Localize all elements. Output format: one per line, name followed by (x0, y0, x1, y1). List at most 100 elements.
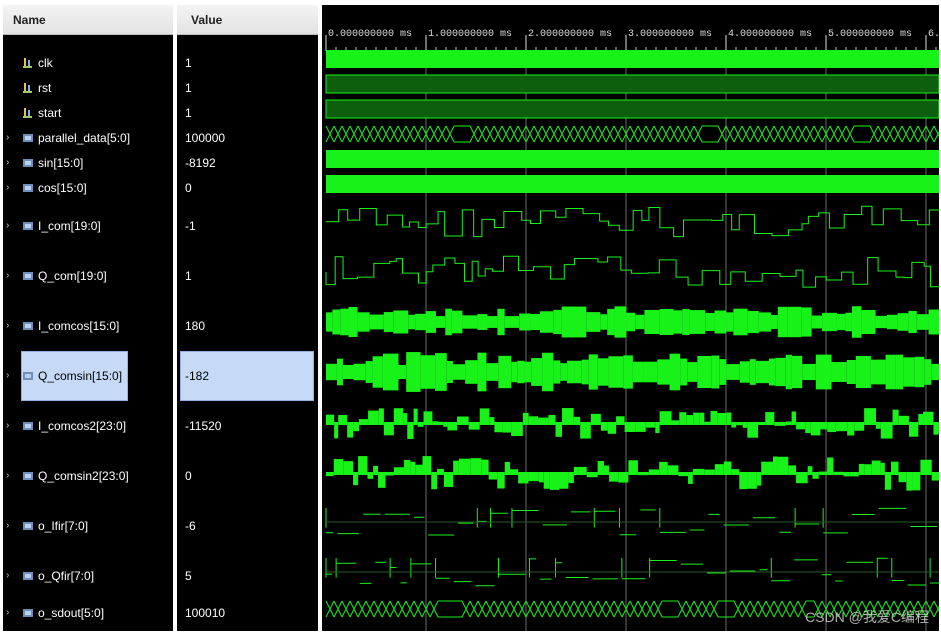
signal-name: rst (38, 81, 52, 95)
expand-chevron-icon[interactable]: › (6, 271, 16, 281)
signal-value: 1 (185, 81, 192, 95)
expand-chevron-icon[interactable]: › (6, 608, 16, 618)
signal-value-row[interactable]: 100010 (177, 602, 318, 624)
bus-signal-icon (22, 157, 34, 169)
signal-value-row[interactable]: 1 (177, 52, 318, 74)
signal-row-sin[interactable]: › sin[15:0] (3, 152, 173, 174)
signal-value: 180 (185, 319, 206, 333)
expand-chevron-icon[interactable]: › (6, 371, 16, 381)
i-comcos2-wave (326, 408, 939, 439)
signal-row-clk[interactable]: clk (3, 52, 173, 74)
signal-value-row[interactable]: -8192 (177, 152, 318, 174)
signal-value-row[interactable]: 1 (177, 77, 318, 99)
signal-row-i_comcos2[interactable]: › I_comcos2[23:0] (3, 406, 173, 446)
bus-signal-icon (22, 520, 34, 532)
timeline-tick-label: 5.000000000 ms (828, 29, 913, 40)
signal-value-row[interactable]: 1 (177, 102, 318, 124)
signal-row-q_comsin[interactable]: › Q_comsin[15:0] (3, 351, 173, 401)
i-comcos-wave (326, 306, 939, 338)
waveform-canvas[interactable] (322, 5, 939, 631)
bit-signal-icon (22, 107, 34, 119)
expand-chevron-icon[interactable]: › (6, 183, 16, 193)
signal-value: 0 (185, 469, 192, 483)
signal-value: 100010 (185, 606, 226, 620)
bus-signal-icon (22, 132, 34, 144)
signal-row-parallel_data[interactable]: › parallel_data[5:0] (3, 127, 173, 149)
signal-value-row[interactable]: -1 (177, 206, 318, 246)
signal-row-start[interactable]: start (3, 102, 173, 124)
clk-wave (326, 50, 939, 68)
bit-signal-icon (22, 57, 34, 69)
expand-chevron-icon[interactable]: › (6, 421, 16, 431)
signal-name: start (38, 106, 62, 120)
q-com-wave (325, 255, 939, 288)
expand-chevron-icon[interactable]: › (6, 321, 16, 331)
signal-value: -11520 (185, 419, 222, 433)
waveform-panel[interactable]: 0.000000000 ms 1.000000000 ms 2.000000000 … (322, 5, 939, 631)
signal-name: Q_com[19:0] (38, 269, 107, 283)
signal-value: 100000 (185, 131, 226, 145)
signal-value-row[interactable]: -11520 (177, 406, 318, 446)
signal-row-q_comsin2[interactable]: › Q_comsin2[23:0] (3, 456, 173, 496)
signal-name: sin[15:0] (38, 156, 84, 170)
signal-value-row[interactable]: -6 (177, 506, 318, 546)
signal-name: o_sdout[5:0] (38, 606, 105, 620)
sin-wave (326, 150, 939, 168)
expand-chevron-icon[interactable]: › (6, 571, 16, 581)
signal-row-o_sdout[interactable]: › o_sdout[5:0] (3, 602, 173, 624)
signal-name: I_comcos[15:0] (38, 319, 120, 333)
bus-signal-icon (22, 320, 34, 332)
value-column-header[interactable]: Value (177, 5, 318, 35)
signal-value: 1 (185, 106, 192, 120)
timeline-tick-label: 2.000000000 ms (528, 29, 613, 40)
signal-value: 1 (185, 269, 192, 283)
signal-value: -6 (185, 519, 196, 533)
bus-signal-icon (22, 607, 34, 619)
signal-value: 5 (185, 569, 192, 583)
timeline-tick-label: 3.000000000 ms (628, 29, 713, 40)
signal-value: -8192 (185, 156, 216, 170)
cos-wave (326, 175, 939, 193)
expand-chevron-icon[interactable]: › (6, 521, 16, 531)
signal-name: I_comcos2[23:0] (38, 419, 127, 433)
expand-chevron-icon (6, 58, 16, 68)
expand-chevron-icon[interactable]: › (6, 158, 16, 168)
parallel-data-wave (325, 125, 939, 143)
expand-chevron-icon (6, 108, 16, 118)
signal-row-rst[interactable]: rst (3, 77, 173, 99)
expand-chevron-icon[interactable]: › (6, 133, 16, 143)
signal-value: -182 (185, 369, 210, 383)
signal-value-row[interactable]: -182 (177, 351, 318, 401)
signal-value-row[interactable]: 0 (177, 177, 318, 199)
timeline-tick-label: 0.000000000 ms (328, 29, 413, 40)
name-column-header[interactable]: Name (3, 5, 173, 35)
timeline-tick-label: 4.000000000 ms (728, 29, 813, 40)
waveform-viewer: Name clk rst start › parallel_data[5:0] › sin[… (0, 0, 941, 634)
signal-value-row[interactable]: 100000 (177, 127, 318, 149)
signal-row-q_com[interactable]: › Q_com[19:0] (3, 256, 173, 296)
q-comsin2-wave (326, 456, 939, 491)
signal-row-o_qfir[interactable]: › o_Qfir[7:0] (3, 556, 173, 596)
signal-name: Q_comsin2[23:0] (38, 469, 129, 483)
signal-value-row[interactable]: 5 (177, 556, 318, 596)
bus-signal-icon (22, 420, 34, 432)
signal-value: 1 (185, 56, 192, 70)
signal-name: cos[15:0] (38, 181, 87, 195)
bit-signal-icon (22, 82, 34, 94)
signal-name: o_Ifir[7:0] (38, 519, 89, 533)
signal-row-cos[interactable]: › cos[15:0] (3, 177, 173, 199)
expand-chevron-icon[interactable]: › (6, 471, 16, 481)
signal-name: I_com[19:0] (38, 219, 101, 233)
signal-value-panel: Value 1 1 1 100000 -8192 0 -1 1 180 -182 -11520 0 -6… (177, 5, 318, 631)
signal-value-row[interactable]: 180 (177, 306, 318, 346)
expand-chevron-icon[interactable]: › (6, 221, 16, 231)
bus-signal-icon (22, 570, 34, 582)
signal-row-o_ifir[interactable]: › o_Ifir[7:0] (3, 506, 173, 546)
signal-value-row[interactable]: 0 (177, 456, 318, 496)
signal-row-i_com[interactable]: › I_com[19:0] (3, 206, 173, 246)
signal-value-row[interactable]: 1 (177, 256, 318, 296)
signal-row-i_comcos[interactable]: › I_comcos[15:0] (3, 306, 173, 346)
expand-chevron-icon (6, 83, 16, 93)
start-wave (325, 99, 939, 119)
signal-name: clk (38, 56, 53, 70)
